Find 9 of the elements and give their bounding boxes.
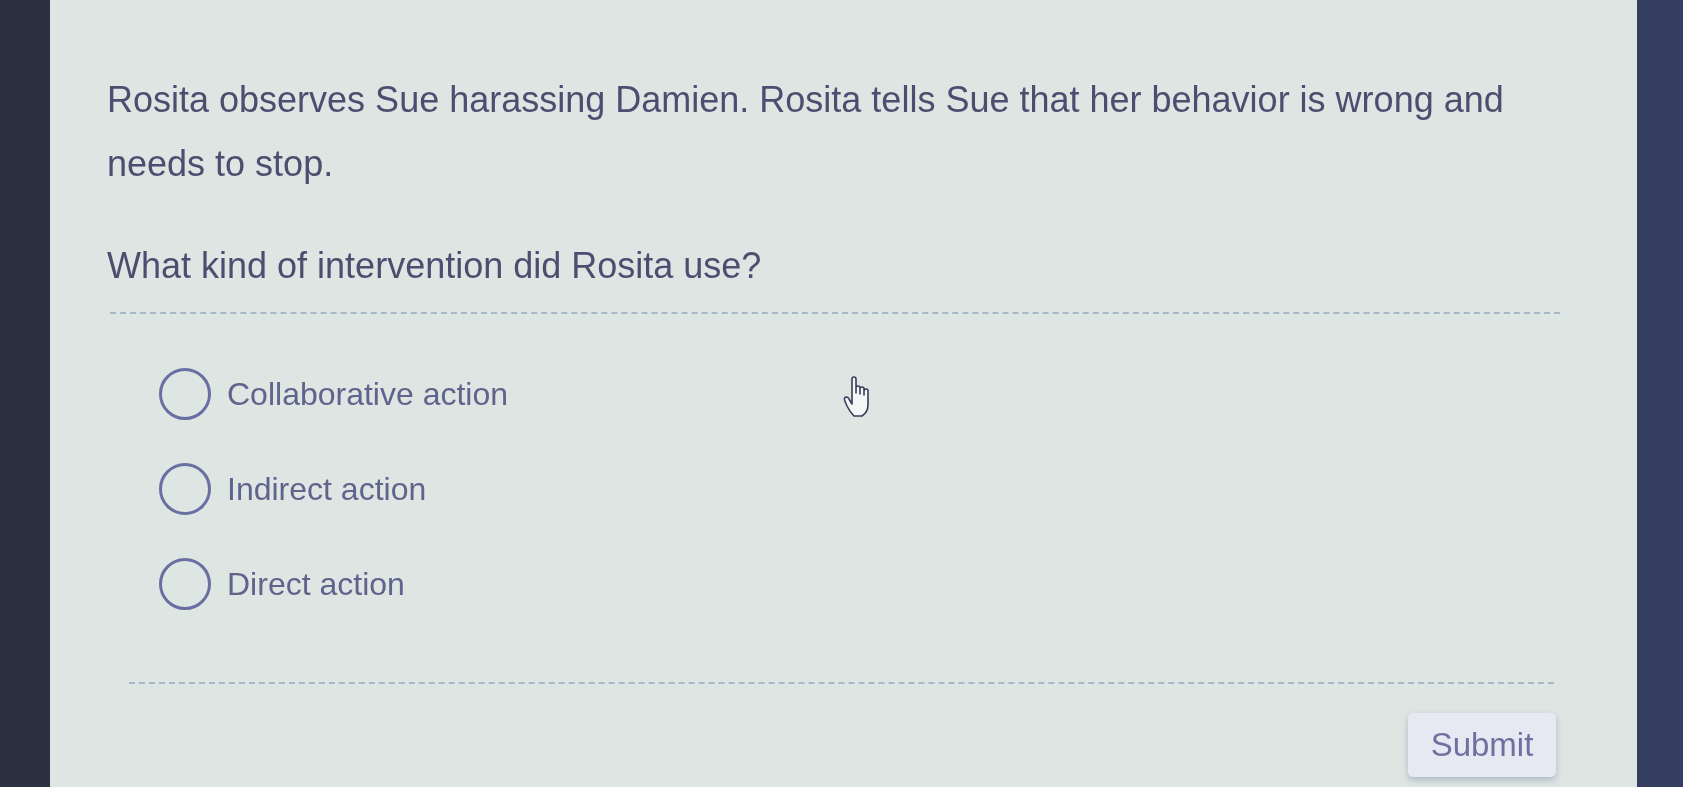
radio-button[interactable]: [159, 368, 211, 420]
question-text: Rosita observes Sue harassing Damien. Rosita tells Sue that her behavior is wrong and needs to stop.: [107, 78, 1505, 186]
question-prompt: What kind of intervention did Rosita use?: [107, 244, 762, 288]
radio-button[interactable]: [159, 463, 211, 515]
option-label[interactable]: Collaborative action: [227, 375, 509, 413]
radio-button[interactable]: [159, 558, 211, 610]
submit-button[interactable]: Submit: [1408, 713, 1556, 777]
option-label[interactable]: Indirect action: [227, 470, 427, 508]
option-label[interactable]: Direct action: [227, 565, 405, 603]
